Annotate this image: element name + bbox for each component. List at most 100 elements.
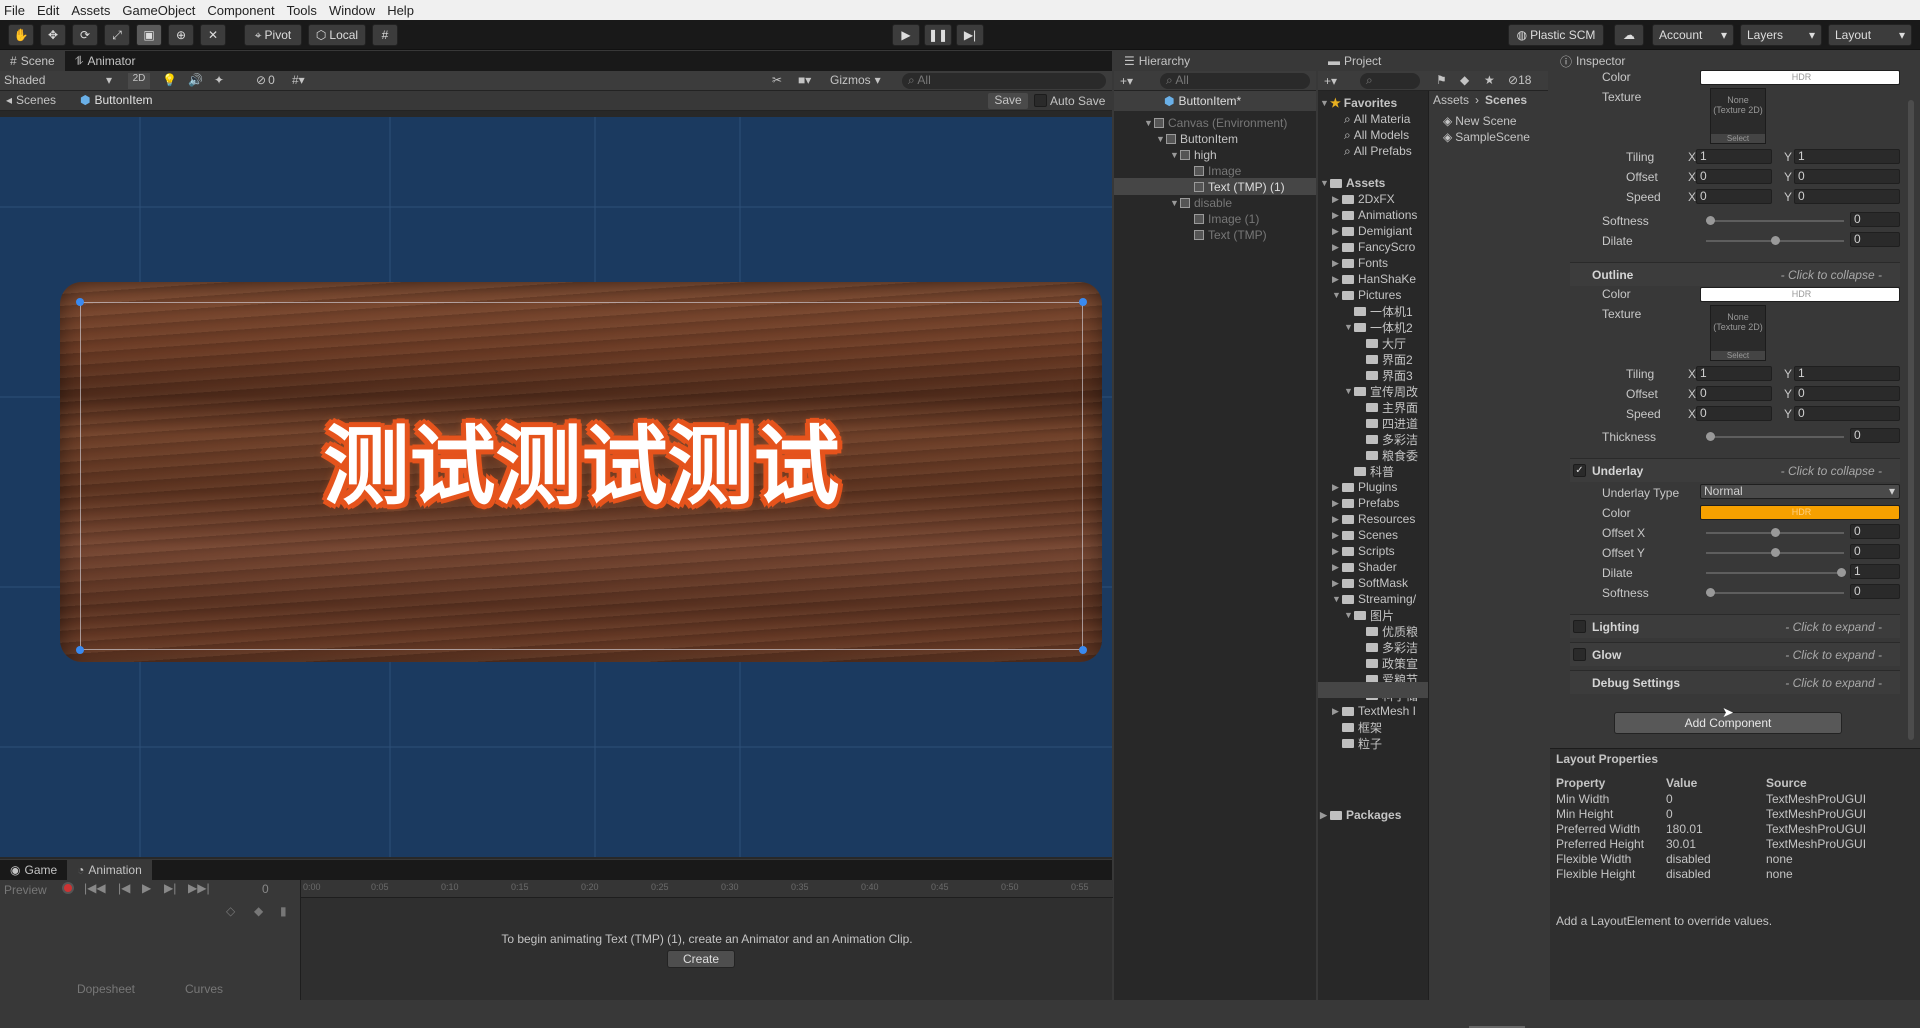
lighting-checkbox[interactable] [1573, 620, 1586, 633]
menu-edit[interactable]: Edit [37, 3, 59, 18]
chevron-right-icon[interactable]: ▶ [1332, 194, 1342, 205]
folder-item[interactable]: ▼ 宣传周改 [1344, 383, 1418, 399]
debug-section-header[interactable]: Debug Settings - Click to expand - [1570, 670, 1900, 694]
tab-game[interactable]: ◉ Game [0, 860, 67, 880]
tree-item-image[interactable]: Image [1194, 163, 1241, 179]
breadcrumb-scenes[interactable]: Scenes [1485, 93, 1527, 111]
underlay-color-field[interactable]: HDR [1700, 505, 1900, 520]
folder-item[interactable]: ▶ Animations [1332, 207, 1417, 223]
scene-search-input[interactable]: ⌕ All [902, 73, 1106, 89]
last-keyframe-icon[interactable]: ▶▶| [188, 881, 210, 895]
folder-item[interactable]: ▶ HanShaKe [1332, 271, 1416, 287]
face-dilate-slider[interactable] [1706, 236, 1844, 245]
mode-2d-toggle[interactable]: 2D [128, 73, 150, 89]
face-offset-x[interactable]: 0 [1696, 169, 1772, 184]
folder-item[interactable]: ▶ Scenes [1332, 527, 1398, 543]
tree-item-disable[interactable]: ▼ disable [1170, 195, 1232, 211]
outline-speed-y[interactable]: 0 [1794, 406, 1900, 421]
folder-item[interactable]: 主界面 [1356, 399, 1418, 415]
face-tiling-y[interactable]: 1 [1794, 149, 1900, 164]
layout-dropdown[interactable]: Layout ▾ [1828, 24, 1912, 46]
underlay-section-header[interactable]: Underlay - Click to collapse - [1570, 458, 1900, 482]
chevron-right-icon[interactable]: ▶ [1332, 210, 1342, 221]
fav-all-materials[interactable]: ⌕ All Materia [1344, 111, 1410, 127]
rect-handle-br[interactable] [1079, 646, 1087, 654]
packages-header[interactable]: ▶ Packages [1320, 807, 1401, 823]
inspector-scrollbar[interactable] [1908, 100, 1914, 740]
chevron-down-icon[interactable]: ▼ [1344, 386, 1354, 396]
step-button[interactable]: ▶| [956, 24, 984, 46]
menu-window[interactable]: Window [329, 3, 375, 18]
folder-item[interactable]: 粮食委 [1356, 447, 1418, 463]
account-dropdown[interactable]: Account ▾ [1652, 24, 1734, 46]
folder-item[interactable]: ▼ 图片 [1344, 607, 1394, 623]
face-softness-slider[interactable] [1706, 216, 1844, 225]
hierarchy-search-input[interactable]: ⌕ All [1160, 73, 1310, 89]
underlay-softness-slider[interactable] [1706, 588, 1844, 597]
outline-offset-y[interactable]: 0 [1794, 386, 1900, 401]
folder-item[interactable]: ▶ SoftMask [1332, 575, 1408, 591]
shading-dropdown[interactable]: Shaded ▾ [4, 73, 116, 89]
project-search-input[interactable]: ⌕ [1360, 73, 1420, 89]
folder-item[interactable]: ▼ Pictures [1332, 287, 1401, 303]
underlay-offset-y-slider[interactable] [1706, 548, 1844, 557]
outline-texture-slot[interactable]: None (Texture 2D) Select [1710, 305, 1766, 361]
chevron-right-icon[interactable]: ▶ [1332, 706, 1342, 717]
outline-thickness-value[interactable]: 0 [1850, 428, 1900, 443]
move-tool-icon[interactable]: ✥ [40, 24, 66, 46]
pivot-button[interactable]: ⌖ Pivot [244, 24, 302, 46]
first-keyframe-icon[interactable]: |◀◀ [84, 881, 106, 895]
filter-type-icon[interactable]: ⚑ [1436, 73, 1447, 87]
chevron-right-icon[interactable]: ▶ [1332, 530, 1342, 541]
assets-header[interactable]: ▼ Assets [1320, 175, 1385, 191]
layout-properties-header[interactable]: Layout Properties [1550, 748, 1920, 768]
folder-item[interactable]: 框架 [1332, 719, 1382, 735]
folder-item[interactable]: ▶ Demigiant [1332, 223, 1412, 239]
hidden-packages-count[interactable]: ⊘ 18 [1508, 73, 1531, 87]
chevron-right-icon[interactable]: ▶ [1332, 562, 1342, 573]
glow-checkbox[interactable] [1573, 648, 1586, 661]
plastic-scm-button[interactable]: ◍ Plastic SCM [1508, 24, 1604, 46]
slider-knob[interactable] [1771, 548, 1780, 557]
underlay-checkbox[interactable]: ✓ [1573, 464, 1586, 477]
hidden-count[interactable]: ⊘ 0 [256, 73, 275, 87]
chevron-right-icon[interactable]: ▶ [1332, 514, 1342, 525]
face-texture-slot[interactable]: None (Texture 2D) Select [1710, 88, 1766, 144]
face-dilate-value[interactable]: 0 [1850, 232, 1900, 247]
tab-project[interactable]: ▬ Project [1318, 51, 1548, 71]
button-text-tmp[interactable]: 测试测试测试 [80, 417, 1083, 517]
menu-gameobject[interactable]: GameObject [122, 3, 195, 18]
chevron-right-icon[interactable]: ▶ [1332, 274, 1342, 285]
curves-button[interactable]: Curves [185, 982, 223, 996]
face-speed-x[interactable]: 0 [1696, 189, 1772, 204]
scale-tool-icon[interactable]: ⤢ [104, 24, 130, 46]
texture-select-button[interactable]: Select [1711, 134, 1765, 143]
file-sample-scene[interactable]: ◈ SampleScene [1443, 129, 1530, 145]
scene-viewport[interactable]: 测试测试测试 [0, 117, 1112, 857]
breadcrumb-scenes[interactable]: ◂ Scenes [6, 93, 56, 107]
folder-item[interactable]: 界面3 [1356, 367, 1413, 383]
tools-icon[interactable]: ✂ [772, 73, 782, 87]
chevron-down-icon[interactable]: ▼ [1344, 610, 1354, 620]
slider-knob[interactable] [1771, 236, 1780, 245]
tree-item-high[interactable]: ▼ high [1170, 147, 1217, 163]
tab-animator[interactable]: ⥮ Animator [65, 51, 146, 71]
underlay-offset-x-slider[interactable] [1706, 528, 1844, 537]
folder-item[interactable]: ▼ Streaming/ [1332, 591, 1416, 607]
slider-knob[interactable] [1706, 588, 1715, 597]
face-color-field[interactable]: HDR [1700, 70, 1900, 85]
rect-handle-tl[interactable] [76, 298, 84, 306]
chevron-right-icon[interactable]: ▶ [1332, 242, 1342, 253]
chevron-right-icon[interactable]: ▶ [1332, 578, 1342, 589]
chevron-right-icon[interactable]: ▶ [1332, 498, 1342, 509]
chevron-right-icon[interactable]: ▶ [1332, 482, 1342, 493]
rect-handle-bl[interactable] [76, 646, 84, 654]
glow-section-header[interactable]: Glow - Click to expand - [1570, 642, 1900, 666]
event-marker-icon[interactable]: ▮ [280, 904, 287, 918]
favorites-header[interactable]: ▼ ★ Favorites [1320, 95, 1397, 111]
folder-item[interactable]: 优质粮 [1356, 623, 1418, 639]
create-button[interactable]: Create [667, 950, 735, 968]
folder-item[interactable]: ▶ Resources [1332, 511, 1415, 527]
lighting-section-header[interactable]: Lighting - Click to expand - [1570, 614, 1900, 638]
transform-tool-icon[interactable]: ⊕ [168, 24, 194, 46]
